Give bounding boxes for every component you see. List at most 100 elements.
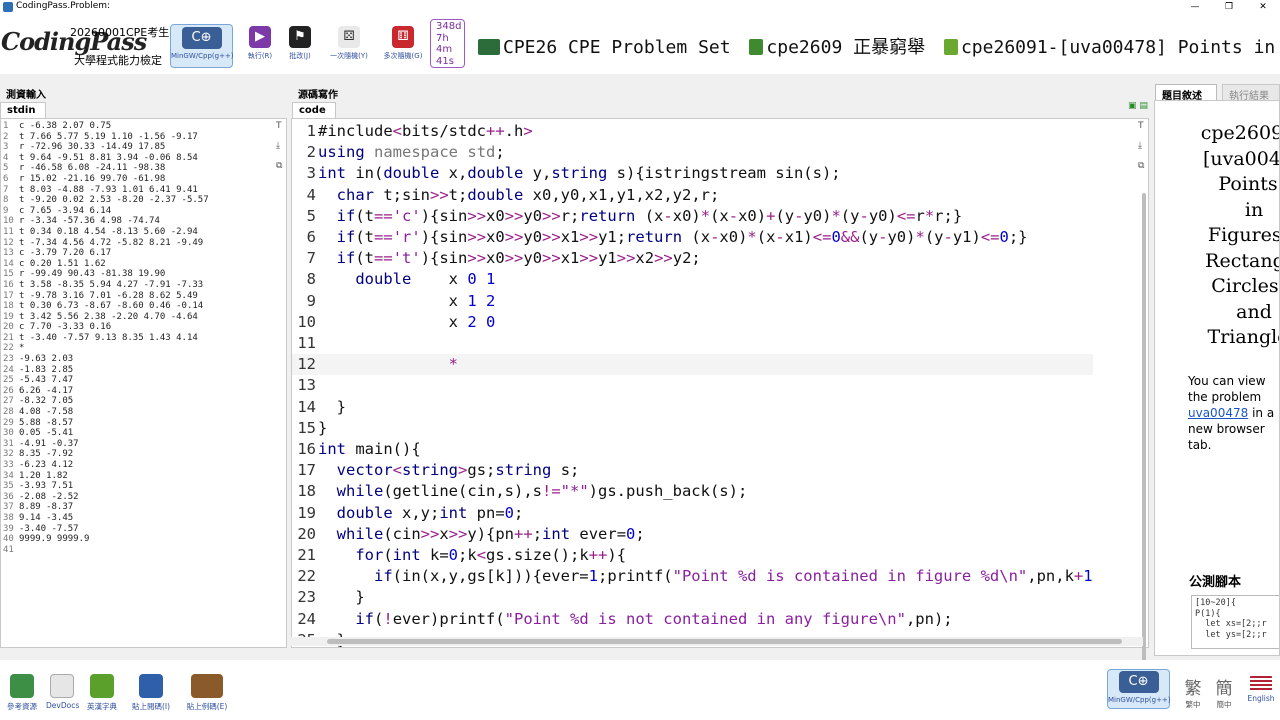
compiler-status-button[interactable]: C⊕ MinGW/Cpp(g++)	[1107, 669, 1171, 709]
stdin-line: 16 t 3.58 -8.35 5.94 4.27 -7.91 -7.33	[3, 280, 209, 291]
compiler-select-button[interactable]: C⊕ MinGW/Cpp(g++)	[170, 24, 234, 68]
timer-hours: 7h	[436, 32, 449, 44]
line-number: 4	[3, 152, 9, 163]
problem-intro: You can view the problem uva00478 in a n…	[1188, 373, 1278, 453]
run-icon: ▶	[249, 26, 271, 48]
stdin-line: 6 r 15.02 -21.16 99.70 -61.98	[3, 174, 209, 185]
stdin-editor[interactable]: 1 c -6.38 2.07 0.75 2 t 7.66 5.77 5.19 1.10…	[0, 118, 287, 648]
stdin-line-text: r -72.96 30.33 -14.49 17.85	[19, 142, 166, 153]
code-line-text: using namespace std;	[318, 143, 505, 162]
stdin-line-text: t -7.34 4.56 4.72 -5.82 8.21 -9.49	[19, 237, 204, 248]
lang-simplified-button[interactable]: 簡 簡中	[1211, 674, 1237, 710]
stdin-line: 3 r -72.96 30.33 -14.49 17.85	[3, 142, 209, 153]
stdin-line: 35 -3.93 7.51	[3, 481, 209, 492]
compiler-icon: C⊕	[1118, 671, 1159, 693]
code-line-text: if(in(x,y,gs[k])){ever=1;printf("Point %…	[374, 567, 1093, 586]
dictionary-button[interactable]: 英漢字典	[84, 674, 120, 712]
app-icon	[3, 2, 13, 12]
code-editor[interactable]: 1 #include<bits/stdc++.h> 2 using namespace…	[291, 118, 1149, 648]
line-number: 22	[297, 567, 316, 586]
reference-button[interactable]: 參考資源	[4, 674, 40, 712]
stdin-line: 2 t 7.66 5.77 5.19 1.10 -1.56 -9.17	[3, 132, 209, 143]
stdin-line-text: t 3.58 -8.35 5.94 4.27 -7.91 -7.33	[19, 279, 204, 290]
line-number: 14	[3, 258, 14, 269]
code-line: 24 if(!ever)printf("Point %d is not cont…	[292, 609, 1093, 630]
breadcrumb-problem-set[interactable]: CPE26 CPE Problem Set	[503, 37, 731, 58]
paste-example-code-label: 貼上例碼(E)	[186, 702, 228, 711]
paste-read-code-button[interactable]: 貼上閱碼(I)	[126, 674, 176, 712]
line-number: 37	[3, 502, 14, 513]
stdin-line-text: -4.91 -0.37	[19, 438, 79, 449]
tab-problem-description[interactable]: 題目敘述ⓘ	[1155, 84, 1217, 117]
stdin-line: 20 c 7.70 -3.33 0.16	[3, 322, 209, 333]
stdin-line: 28 4.08 -7.58	[3, 407, 209, 418]
notebook-icon	[139, 674, 163, 698]
random-once-label: 一次隨機(Y)	[330, 52, 368, 60]
line-number: 26	[3, 385, 14, 396]
text-cursor-icon[interactable]: T	[276, 121, 286, 131]
lang-english-button[interactable]: English	[1244, 676, 1278, 703]
copy-icon[interactable]: ⧉	[276, 161, 286, 171]
code-horizontal-scrollbar[interactable]	[291, 637, 1143, 646]
problem-link[interactable]: uva00478	[1188, 406, 1248, 420]
problem-title: cpe26091 [uva0047 Points in Figures: Rec…	[1200, 122, 1280, 348]
stdin-line: 31 -4.91 -0.37	[3, 439, 209, 450]
code-line: 23 }	[292, 587, 1093, 608]
books-icon	[10, 674, 34, 698]
line-number: 36	[3, 491, 14, 502]
maximize-button[interactable]: ❐	[1212, 0, 1246, 14]
stdin-line: 27 -8.32 7.05	[3, 396, 209, 407]
line-number: 6	[306, 228, 316, 247]
dice-icon: ⚄	[338, 26, 360, 48]
download-icon[interactable]: ⤓	[276, 141, 286, 151]
tab-run-results[interactable]: 執行結果	[1222, 84, 1280, 102]
minimize-button[interactable]: —	[1178, 0, 1212, 14]
line-number: 21	[3, 332, 14, 343]
stdin-line: 12 t -7.34 4.56 4.72 -5.82 8.21 -9.49	[3, 238, 209, 249]
timer-minutes: 4m	[436, 44, 453, 55]
title-bar: CodingPass.Problem: — ❐ ✕	[0, 0, 1280, 14]
code-line-text: char t;sin>>t;double x0,y0,x1,y1,x2,y2,r…	[336, 185, 720, 204]
devdocs-button[interactable]: DevDocs	[46, 674, 79, 710]
code-vertical-scrollbar[interactable]	[1140, 120, 1148, 668]
window-controls: — ❐ ✕	[1178, 0, 1280, 14]
paste-example-code-button[interactable]: 貼上例碼(E)	[182, 674, 232, 712]
stdin-tab[interactable]: stdin ×	[0, 102, 46, 127]
stdin-line-text: t 8.03 -4.88 -7.93 1.01 6.41 9.41	[19, 184, 198, 195]
panel-layout-icons[interactable]: ▣ ▤	[1128, 101, 1148, 111]
breadcrumb: CPE26 CPE Problem Set cpe2609 正暴窮舉 cpe26…	[478, 33, 1275, 59]
code-line: 4 char t;sin>>t;double x0,y0,x1,y1,x2,y2…	[292, 185, 1093, 206]
lang-simplified-label: 簡中	[1216, 700, 1232, 709]
code-line-text: }	[318, 397, 346, 416]
breadcrumb-category[interactable]: cpe2609 正暴窮舉	[766, 37, 925, 58]
stdin-line: 32 8.35 -7.92	[3, 449, 209, 460]
code-line-text: *	[448, 355, 458, 374]
breadcrumb-problem[interactable]: cpe26091-[uva00478] Points in	[961, 37, 1275, 58]
line-number: 35	[3, 481, 14, 492]
code-line-text: for(int k=0;k<gs.size();k++){	[355, 546, 627, 565]
lang-traditional-button[interactable]: 繁 繁中	[1180, 674, 1206, 710]
code-line-text: }	[318, 418, 328, 437]
judge-button[interactable]: ⚑ 批改(J)	[283, 24, 317, 68]
stdin-line-text: c -3.79 7.20 6.17	[19, 248, 112, 259]
line-number: 10	[297, 312, 316, 331]
reference-label: 參考資源	[7, 702, 37, 711]
stdin-line-text: t 3.42 5.56 2.38 -2.20 4.70 -4.64	[19, 311, 198, 322]
code-tab[interactable]: code ×	[292, 102, 336, 127]
us-flag-icon	[1250, 676, 1272, 691]
line-number: 7	[306, 249, 316, 268]
random-multi-button[interactable]: ⚅ 多次隨機(G)	[380, 24, 426, 68]
close-button[interactable]: ✕	[1246, 0, 1280, 14]
window-title: CodingPass.Problem:	[16, 1, 111, 11]
stdin-line-text: -6.23 4.12	[19, 460, 74, 470]
run-button[interactable]: ▶ 執行(R)	[243, 24, 277, 68]
dictionary-label: 英漢字典	[87, 702, 117, 711]
stdin-line-text: 8.35 -7.92	[19, 449, 74, 460]
search-icon	[50, 674, 74, 698]
random-once-button[interactable]: ⚄ 一次隨機(Y)	[325, 24, 373, 68]
public-script-box[interactable]: [10~20]{ P(1){ let xs=[2;;r let ys=[2;;r	[1191, 595, 1279, 649]
compiler-label: MinGW/Cpp(g++)	[171, 52, 234, 60]
line-number: 7	[3, 184, 9, 195]
stdin-line-text: t 0.30 6.73 -8.67 -8.60 0.46 -0.14	[19, 301, 204, 312]
line-number: 18	[297, 482, 316, 501]
